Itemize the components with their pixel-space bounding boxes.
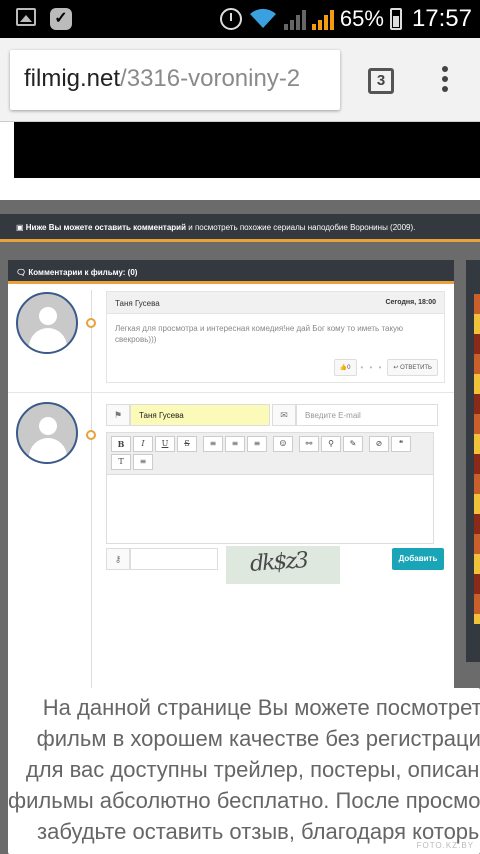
captcha-text: dk$z3	[249, 548, 308, 577]
tab-switcher-button[interactable]: 3	[368, 68, 394, 94]
video-player[interactable]	[14, 122, 480, 178]
captcha-row: ⚷ dk$z3 Добавить	[106, 546, 446, 584]
comment-header: Таня Гусева Сегодня, 18:00	[107, 292, 444, 314]
comments-panel: 🗨 Комментарии к фильму: (0) Таня Гусева …	[8, 260, 454, 730]
info-bar-bold: Ниже Вы можете оставить комментарий	[25, 223, 187, 232]
avatar	[16, 292, 78, 354]
popup-line: забудьте оставить отзыв, благодаря котор…	[37, 819, 480, 844]
more-dots-icon: • • •	[360, 363, 384, 372]
hide-button[interactable]: ⊘	[369, 436, 389, 452]
captcha-image[interactable]: dk$z3	[226, 546, 340, 584]
popup-line: фильмы абсолютно бесплатно. После просмо…	[8, 788, 480, 813]
link-button[interactable]: ⚯	[299, 436, 319, 452]
comment-form-fields: ⚑ Таня Гусева ✉ Введите E-mail	[106, 404, 438, 426]
email-input[interactable]: Введите E-mail	[296, 404, 438, 426]
italic-button[interactable]: I	[133, 436, 153, 452]
signal-sim1-icon	[283, 8, 306, 30]
alarm-icon	[219, 8, 242, 30]
timeline-line	[91, 290, 92, 730]
align-right-button[interactable]: ≡	[247, 436, 267, 452]
web-page: ▣ Ниже Вы можете оставить комментарий и …	[0, 122, 480, 854]
name-input[interactable]: Таня Гусева	[130, 404, 270, 426]
battery-percent: 65%	[339, 6, 384, 31]
description-popup: На данной странице Вы можете посмотреть ф…	[8, 680, 480, 854]
tools-button[interactable]: ⚲	[321, 436, 341, 452]
comment-editor: B I U S ≡ ≡ ≡ ☺ ⚯ ⚲ ✎ ⊘ ❝ T ≡	[106, 432, 434, 544]
bold-button[interactable]: B	[111, 436, 131, 452]
signal-sim2-icon	[311, 8, 334, 30]
list-button[interactable]: ≡	[133, 454, 153, 470]
align-center-button[interactable]: ≡	[225, 436, 245, 452]
image-notification-icon	[16, 8, 36, 26]
check-notification-icon: ✓	[50, 8, 72, 30]
mail-icon: ✉	[272, 404, 296, 426]
comment-date: Сегодня, 18:00	[385, 299, 436, 306]
info-bar: ▣ Ниже Вы можете оставить комментарий и …	[0, 214, 480, 242]
timeline-dot	[86, 430, 96, 440]
popup-line: для вас доступны трейлер, постеры, описа…	[25, 757, 480, 782]
comments-header-title: Комментарии к фильму: (0)	[28, 268, 138, 277]
captcha-input[interactable]	[130, 548, 218, 570]
comment-item: Таня Гусева Сегодня, 18:00 Легкая для пр…	[106, 291, 445, 383]
url-domain: filmig.net	[24, 65, 121, 92]
quote-button[interactable]: ❝	[391, 436, 411, 452]
reply-label: ОТВЕТИТЬ	[400, 365, 432, 371]
key-icon: ⚷	[106, 548, 130, 570]
status-bar: ✓ 65% 17:57	[0, 0, 480, 38]
battery-icon	[389, 8, 402, 30]
form-avatar	[16, 402, 78, 464]
popup-line: На данной странице Вы можете посмотреть	[42, 695, 480, 720]
comments-icon: 🗨	[16, 268, 29, 277]
popup-line: фильм в хорошем качестве без регистрации…	[36, 726, 480, 751]
video-area	[0, 122, 480, 200]
like-count: 0	[347, 365, 351, 371]
comment-textarea[interactable]	[107, 475, 433, 543]
comment-author[interactable]: Таня Гусева	[115, 299, 160, 308]
url-path: /3316-voroniny-2	[120, 65, 301, 92]
clock: 17:57	[411, 5, 472, 32]
strike-button[interactable]: S	[177, 436, 197, 452]
info-bar-text: и посмотреть похожие сериалы наподобие В…	[186, 223, 416, 232]
editor-toolbar: B I U S ≡ ≡ ≡ ☺ ⚯ ⚲ ✎ ⊘ ❝ T ≡	[107, 433, 433, 475]
comments-header: 🗨 Комментарии к фильму: (0)	[8, 260, 454, 284]
url-bar[interactable]: filmig.net/3316-voroniny-2	[10, 50, 340, 110]
timeline-dot	[86, 318, 96, 328]
pencil-button[interactable]: ✎	[343, 436, 363, 452]
browser-toolbar: filmig.net/3316-voroniny-2 3	[0, 38, 480, 122]
reply-button[interactable]: ↩ ОТВЕТИТЬ	[387, 359, 438, 376]
underline-button[interactable]: U	[155, 436, 175, 452]
browser-menu-button[interactable]	[440, 66, 450, 96]
divider	[8, 392, 454, 393]
emoji-button[interactable]: ☺	[273, 436, 293, 452]
bookmark-icon: ⚑	[106, 404, 130, 426]
add-comment-button[interactable]: Добавить	[392, 548, 444, 570]
font-size-button[interactable]: T	[111, 454, 131, 470]
like-button[interactable]: 👍0	[333, 359, 357, 376]
sidebar-panel-footer	[466, 640, 480, 662]
watermark: FOTO.KZ.BY	[416, 841, 474, 850]
comment-text: Легкая для просмотра и интересная комеди…	[115, 324, 404, 344]
image-icon: ▣	[16, 223, 26, 232]
align-left-button[interactable]: ≡	[203, 436, 223, 452]
sidebar-poster[interactable]	[474, 294, 480, 624]
popup-text: На данной странице Вы можете посмотреть ф…	[8, 692, 480, 847]
wifi-icon	[249, 8, 276, 28]
